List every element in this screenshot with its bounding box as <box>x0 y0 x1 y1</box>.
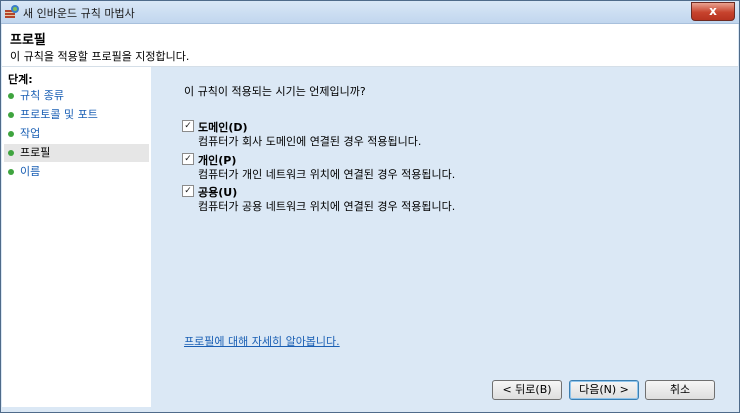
wizard-window: 새 인바운드 규칙 마법사 x 프로필 이 규칙을 적용할 프로필을 지정합니다… <box>0 0 740 413</box>
cancel-button[interactable]: 취소 <box>645 380 715 400</box>
domain-description: 컴퓨터가 회사 도메인에 연결된 경우 적용됩니다. <box>198 135 422 148</box>
step-bullet-icon <box>8 169 14 175</box>
step-bullet-icon <box>8 131 14 137</box>
close-button[interactable]: x <box>691 2 735 21</box>
title-bar[interactable]: 새 인바운드 규칙 마법사 x <box>1 1 739 24</box>
page-title: 프로필 <box>10 33 46 48</box>
steps-title: 단계: <box>8 73 33 86</box>
domain-checkbox[interactable]: ✓ <box>182 120 194 132</box>
learn-more-link[interactable]: 프로필에 대해 자세히 알아봅니다. <box>184 333 340 349</box>
window-title: 새 인바운드 규칙 마법사 <box>23 7 135 20</box>
page-subtitle: 이 규칙을 적용할 프로필을 지정합니다. <box>10 50 190 63</box>
page-header: 프로필 이 규칙을 적용할 프로필을 지정합니다. <box>2 24 738 67</box>
steps-panel: 단계: 규칙 종류 프로토콜 및 포트 작업 프로필 이름 <box>2 67 151 407</box>
step-bullet-icon <box>8 112 14 118</box>
step-profile[interactable]: 프로필 <box>4 144 149 162</box>
profile-question: 이 규칙이 적용되는 시기는 언제입니까? <box>184 85 366 98</box>
public-description: 컴퓨터가 공용 네트워크 위치에 연결된 경우 적용됩니다. <box>198 200 456 213</box>
public-checkbox[interactable]: ✓ <box>182 185 194 197</box>
step-label: 프로토콜 및 포트 <box>20 108 98 121</box>
step-protocol-port[interactable]: 프로토콜 및 포트 <box>4 106 149 124</box>
step-bullet-icon <box>8 93 14 99</box>
back-button[interactable]: < 뒤로(B) <box>492 380 562 400</box>
step-action[interactable]: 작업 <box>4 125 149 143</box>
step-label: 프로필 <box>20 146 51 159</box>
next-button[interactable]: 다음(N) > <box>569 380 639 400</box>
step-bullet-icon <box>8 150 14 156</box>
step-label: 규칙 종류 <box>20 89 64 102</box>
private-checkbox[interactable]: ✓ <box>182 153 194 165</box>
step-name[interactable]: 이름 <box>4 163 149 181</box>
step-label: 작업 <box>20 127 41 140</box>
step-rule-type[interactable]: 규칙 종류 <box>4 87 149 105</box>
private-description: 컴퓨터가 개인 네트워크 위치에 연결된 경우 적용됩니다. <box>198 168 456 181</box>
firewall-icon <box>5 5 19 18</box>
step-label: 이름 <box>20 165 41 178</box>
content-panel: 이 규칙이 적용되는 시기는 언제입니까? ✓ 도메인(D) 컴퓨터가 회사 도… <box>152 67 738 407</box>
